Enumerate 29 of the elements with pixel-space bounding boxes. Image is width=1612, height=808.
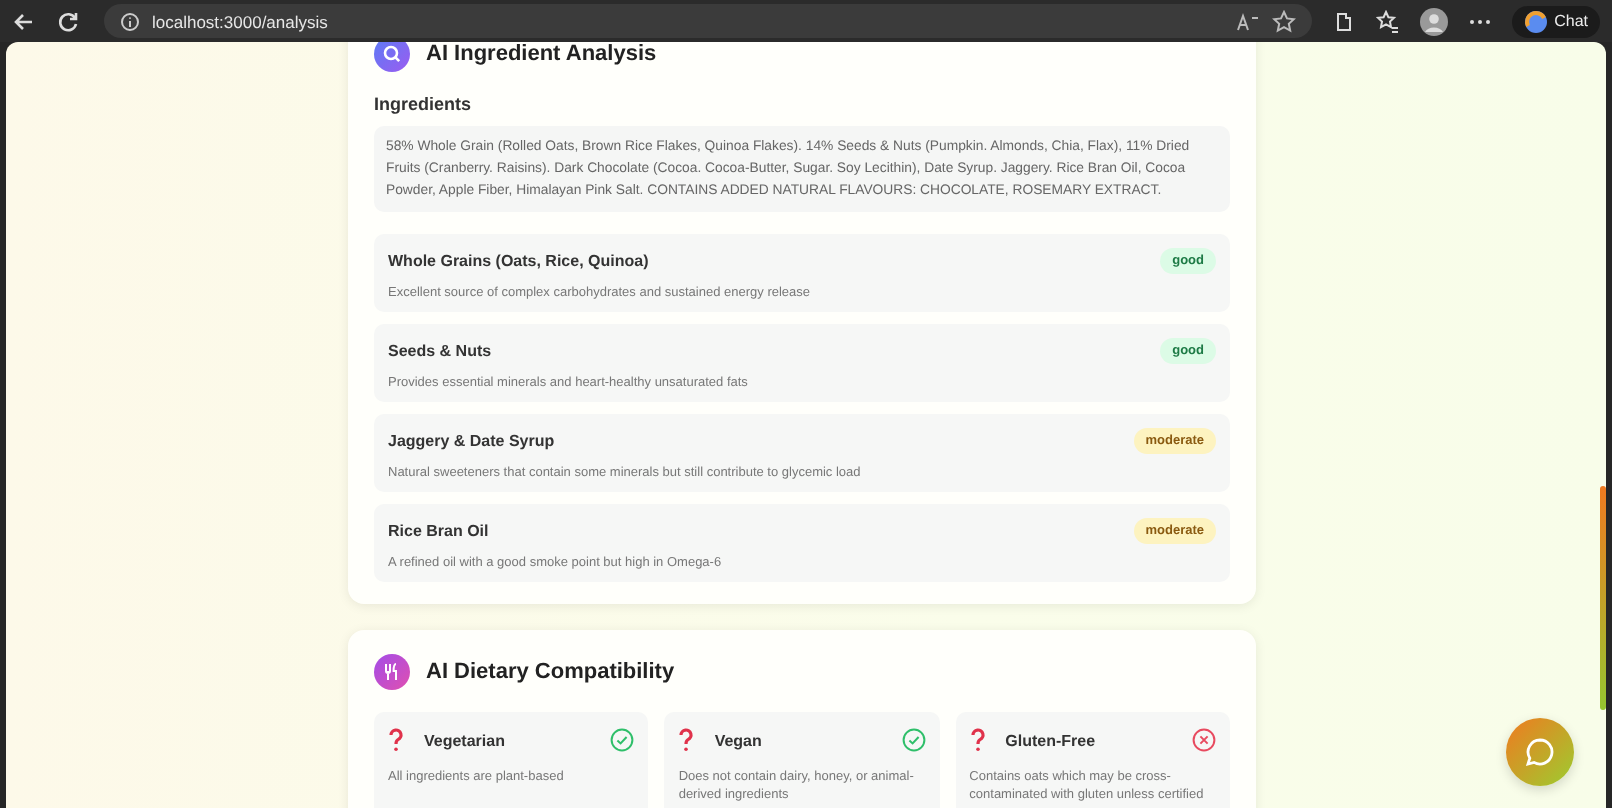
question-icon: [969, 728, 986, 752]
profile-avatar-icon[interactable]: [1420, 7, 1449, 35]
url-text: localhost:3000/analysis: [152, 11, 328, 31]
favorites-icon[interactable]: [1376, 9, 1401, 33]
diet-name: Gluten-Free: [1005, 731, 1098, 749]
section-title: AI Ingredient Analysis: [426, 42, 657, 66]
star-icon[interactable]: [1272, 9, 1297, 33]
address-bar[interactable]: localhost:3000/analysis: [104, 4, 1313, 38]
chat-button[interactable]: Chat: [1512, 5, 1600, 37]
question-icon: [678, 728, 695, 752]
more-icon[interactable]: [1468, 17, 1493, 25]
read-aloud-icon[interactable]: [1236, 11, 1261, 31]
ingredient-name: Rice Bran Oil: [388, 522, 489, 540]
speech-bubble-icon: [1524, 736, 1556, 768]
ingredient-name: Whole Grains (Oats, Rice, Quinoa): [388, 252, 649, 270]
ingredient-name: Jaggery & Date Syrup: [388, 432, 555, 450]
reload-icon[interactable]: [56, 9, 80, 33]
utensils-icon: [374, 654, 410, 690]
ingredients-label: Ingredients: [374, 94, 474, 114]
back-icon[interactable]: [12, 9, 36, 33]
info-icon[interactable]: [120, 11, 140, 31]
section-title: AI Dietary Compatibility: [426, 660, 675, 684]
diet-name: Vegan: [714, 731, 764, 749]
chat-bubble-button[interactable]: [1506, 718, 1574, 786]
ingredient-name: Seeds & Nuts: [388, 342, 492, 360]
chat-logo-icon: [1524, 9, 1549, 33]
diet-name: Vegetarian: [424, 731, 507, 749]
scrollbar-thumb[interactable]: [1600, 486, 1606, 710]
question-icon: [388, 728, 404, 752]
